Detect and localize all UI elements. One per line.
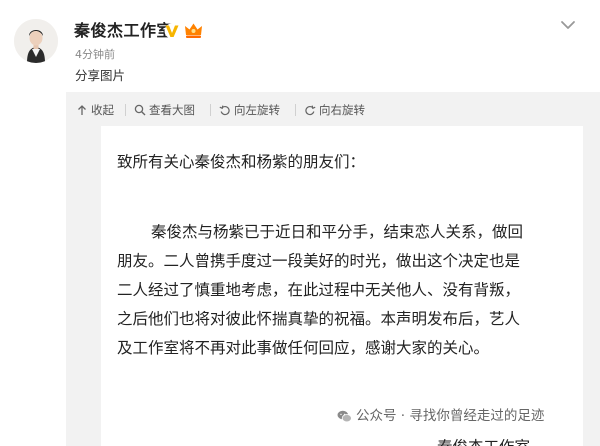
collapse-label: 收起 bbox=[91, 103, 114, 117]
collapse-button[interactable]: 收起 bbox=[76, 102, 114, 118]
magnifier-icon bbox=[134, 104, 146, 116]
rotate-right-icon bbox=[305, 105, 316, 116]
toolbar-divider bbox=[210, 104, 211, 116]
letter-greeting: 致所有关心秦俊杰和杨紫的朋友们： bbox=[117, 153, 366, 171]
chevron-down-icon[interactable] bbox=[556, 13, 580, 37]
rotate-left-icon bbox=[219, 105, 230, 116]
media-panel: 收起 查看大图 向左旋转 向右旋转 致所有关心秦俊杰和杨紫的朋友们： 秦俊杰与杨… bbox=[66, 92, 600, 446]
view-large-button[interactable]: 查看大图 bbox=[134, 102, 195, 118]
post-time[interactable]: 4分钟前 bbox=[75, 48, 115, 62]
author-name[interactable]: 秦俊杰工作室 bbox=[74, 21, 173, 41]
letter-line: 二人经过了慎重地考虑，在此过程中无关他人、没有背叛， bbox=[117, 281, 521, 299]
letter-signature: 秦俊杰工作室 bbox=[437, 437, 530, 446]
letter-line: 及工作室将不再对此事做任何回应，感谢大家的关心。 bbox=[117, 339, 490, 357]
watermark-text: 公众号 · 寻找你曾经走过的足迹 bbox=[356, 408, 545, 424]
view-large-label: 查看大图 bbox=[149, 103, 195, 117]
post-header: 秦俊杰工作室 4分钟前 分享图片 bbox=[0, 0, 600, 92]
verified-icon bbox=[164, 23, 180, 39]
avatar[interactable] bbox=[14, 19, 58, 63]
letter-line: 之后他们也将对彼此怀揣真挚的祝福。本声明发布后，艺人 bbox=[117, 310, 521, 328]
rotate-left-button[interactable]: 向左旋转 bbox=[219, 102, 280, 118]
toolbar-divider bbox=[125, 104, 126, 116]
statement-image[interactable]: 致所有关心秦俊杰和杨紫的朋友们： 秦俊杰与杨紫已于近日和平分手，结束恋人关系，做… bbox=[101, 126, 583, 446]
toolbar-divider bbox=[295, 104, 296, 116]
member-crown-icon[interactable] bbox=[184, 22, 203, 39]
letter-line: 秦俊杰与杨紫已于近日和平分手，结束恋人关系，做回 bbox=[151, 223, 524, 241]
rotate-left-label: 向左旋转 bbox=[234, 103, 280, 117]
rotate-right-button[interactable]: 向右旋转 bbox=[304, 102, 365, 118]
letter-line: 朋友。二人曾携手度过一段美好的时光，做出这个决定也是 bbox=[117, 252, 521, 270]
collapse-icon bbox=[78, 105, 86, 115]
image-toolbar: 收起 查看大图 向左旋转 向右旋转 bbox=[66, 92, 600, 126]
rotate-right-label: 向右旋转 bbox=[319, 103, 365, 117]
watermark: 公众号 · 寻找你曾经走过的足迹 bbox=[337, 407, 544, 425]
post-text: 分享图片 bbox=[75, 68, 126, 83]
avatar-portrait bbox=[14, 19, 58, 63]
wechat-icon bbox=[337, 410, 352, 422]
